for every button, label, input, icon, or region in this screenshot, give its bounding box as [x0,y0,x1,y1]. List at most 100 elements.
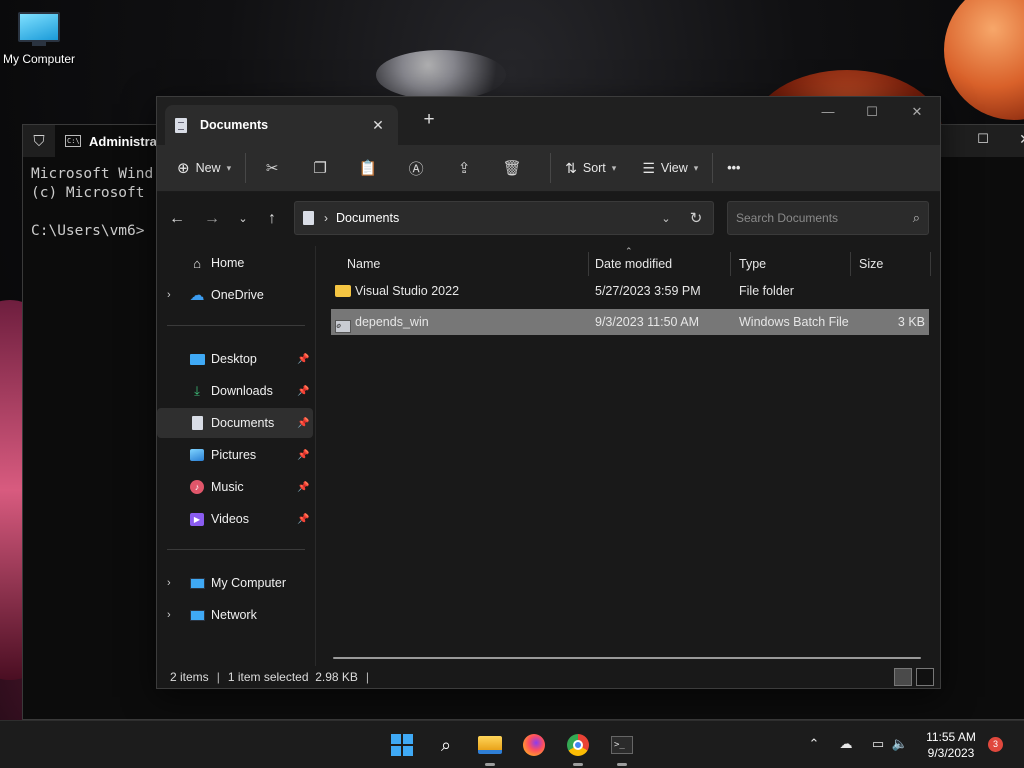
search-input[interactable] [736,211,913,225]
pin-icon[interactable]: 📌 [297,514,313,525]
address-bar[interactable]: › Documents ⌄ ↻ [294,201,714,235]
column-header-size[interactable]: Size [851,252,931,276]
search-icon[interactable]: ⌕ [913,210,920,226]
wallpaper-glass-drop [376,50,506,100]
nav-item-network[interactable]: › Network [157,600,313,630]
chrome-taskbar-button[interactable] [560,729,596,766]
tiles-view-icon[interactable] [916,668,934,686]
file-list[interactable]: ⌃ Name Date modified Type Size Visual St… [323,246,940,666]
paste-icon[interactable]: 📋 [350,152,386,184]
explorer-toolbar: ⊕ New ▾ ✂ ❐ 📋 Ⓐ ⇪ 🗑 ⇅ Sort ▾ ☰ View ▾ ••… [157,145,940,192]
maximize-icon[interactable]: ☐ [973,129,993,149]
file-row-depends-win[interactable]: ⚙ depends_win 9/3/2023 11:50 AM Windows B… [331,309,929,335]
nav-label: Pictures [211,448,257,462]
copy-icon[interactable]: ❐ [302,152,338,184]
terminal-taskbar-button[interactable]: >_ [604,729,640,766]
rename-icon[interactable]: Ⓐ [398,152,434,184]
firefox-taskbar-button[interactable] [516,729,552,761]
show-hidden-icons-chevron-icon[interactable]: ⌃ [805,735,823,753]
new-tab-icon[interactable]: + [419,109,439,131]
maximize-icon[interactable]: ☐ [857,102,887,122]
cut-icon[interactable]: ✂ [254,152,290,184]
nav-label: OneDrive [211,288,264,302]
up-arrow-icon[interactable]: ↑ [260,209,284,229]
details-view-icon[interactable] [894,668,912,686]
pin-icon[interactable]: 📌 [297,354,313,365]
minimize-icon[interactable]: — [813,102,843,122]
explorer-tab-documents[interactable]: Documents ✕ [165,105,398,145]
start-button[interactable] [384,729,420,761]
column-header-type[interactable]: Type [731,252,851,276]
nav-item-onedrive[interactable]: › ☁ OneDrive [157,280,313,310]
nav-item-videos[interactable]: ▶ Videos 📌 [157,504,313,534]
network-icon [189,607,205,623]
cloud-offline-icon[interactable]: ☁ [837,735,855,753]
pin-icon[interactable]: 📌 [297,418,313,429]
search-taskbar-button[interactable]: ⌕ [428,729,464,761]
nav-item-music[interactable]: ♪ Music 📌 [157,472,313,502]
file-explorer-window[interactable]: Documents ✕ + — ☐ ✕ ⊕ New ▾ ✂ ❐ 📋 Ⓐ ⇪ 🗑 … [156,96,941,689]
delete-icon[interactable]: 🗑 [494,152,530,184]
nav-item-home[interactable]: ⌂ Home [157,248,313,278]
chrome-icon [567,734,589,756]
file-row-visual-studio-2022[interactable]: Visual Studio 2022 5/27/2023 3:59 PM Fil… [331,278,929,304]
new-button[interactable]: ⊕ New ▾ [171,152,237,184]
nav-label: Network [211,608,257,622]
close-icon[interactable]: ✕ [1015,129,1024,149]
column-header-name[interactable]: Name [339,252,589,276]
pin-icon[interactable]: 📌 [297,450,313,461]
expand-chevron-icon[interactable]: › [157,289,179,301]
shield-icon: ⛉ [33,132,45,150]
column-header-date[interactable]: Date modified [587,252,731,276]
horizontal-scrollbar[interactable] [333,657,921,659]
nav-item-documents[interactable]: Documents 📌 [157,408,313,438]
nav-item-pictures[interactable]: Pictures 📌 [157,440,313,470]
pin-icon[interactable]: 📌 [297,386,313,397]
forward-arrow-icon[interactable]: → [200,209,224,229]
chevron-down-icon: ▾ [693,162,699,173]
back-arrow-icon[interactable]: ← [165,209,189,229]
more-options-button[interactable]: ••• [721,152,746,184]
breadcrumb-documents[interactable]: Documents [336,211,653,225]
close-window-icon[interactable]: ✕ [902,102,932,122]
nav-item-downloads[interactable]: ⤓ Downloads 📌 [157,376,313,406]
clock[interactable]: 11:55 AM 9/3/2023 [914,729,988,761]
folder-icon [478,736,502,754]
view-button[interactable]: ☰ View ▾ [636,152,704,184]
close-tab-icon[interactable]: ✕ [368,117,388,134]
nav-item-desktop[interactable]: Desktop 📌 [157,344,313,374]
explorer-body: ⌂ Home › ☁ OneDrive Desktop 📌 ⤓ Download… [157,246,940,666]
notification-badge[interactable]: 3 [988,737,1003,752]
chevron-down-icon: ▾ [226,162,232,173]
network-icon[interactable]: ▭ [869,735,887,753]
expand-chevron-icon[interactable]: › [157,609,179,621]
sort-button[interactable]: ⇅ Sort ▾ [559,152,622,184]
refresh-icon[interactable]: ↻ [679,209,713,227]
pin-icon[interactable]: 📌 [297,482,313,493]
recent-locations-chevron-icon[interactable]: ⌄ [231,209,255,229]
breadcrumb-chevron-icon[interactable]: › [324,211,328,225]
volume-icon[interactable]: 🔈 [891,735,909,753]
terminal-icon: >_ [611,736,633,754]
home-icon: ⌂ [193,255,201,271]
desktop-icon-my-computer[interactable]: My Computer [0,8,78,66]
nav-divider [167,549,305,550]
nav-divider [167,325,305,326]
explorer-titlebar[interactable]: Documents ✕ + — ☐ ✕ [157,97,940,145]
column-header-row: ⌃ Name Date modified Type Size [323,246,940,276]
toolbar-divider [712,153,714,183]
expand-chevron-icon[interactable]: › [157,577,179,589]
address-dropdown-icon[interactable]: ⌄ [653,212,679,225]
item-count: 2 items [170,670,209,684]
music-icon: ♪ [189,479,205,495]
share-icon[interactable]: ⇪ [446,152,482,184]
nav-label: Home [211,256,245,270]
nav-label: My Computer [211,576,287,590]
file-explorer-taskbar-button[interactable] [472,729,508,766]
pane-splitter[interactable] [315,246,316,666]
toolbar-divider [550,153,552,183]
nav-item-my-computer[interactable]: › My Computer [157,568,313,598]
nav-label: Downloads [211,384,273,398]
wallpaper-orange-sphere [944,0,1024,120]
search-box[interactable]: ⌕ [727,201,929,235]
